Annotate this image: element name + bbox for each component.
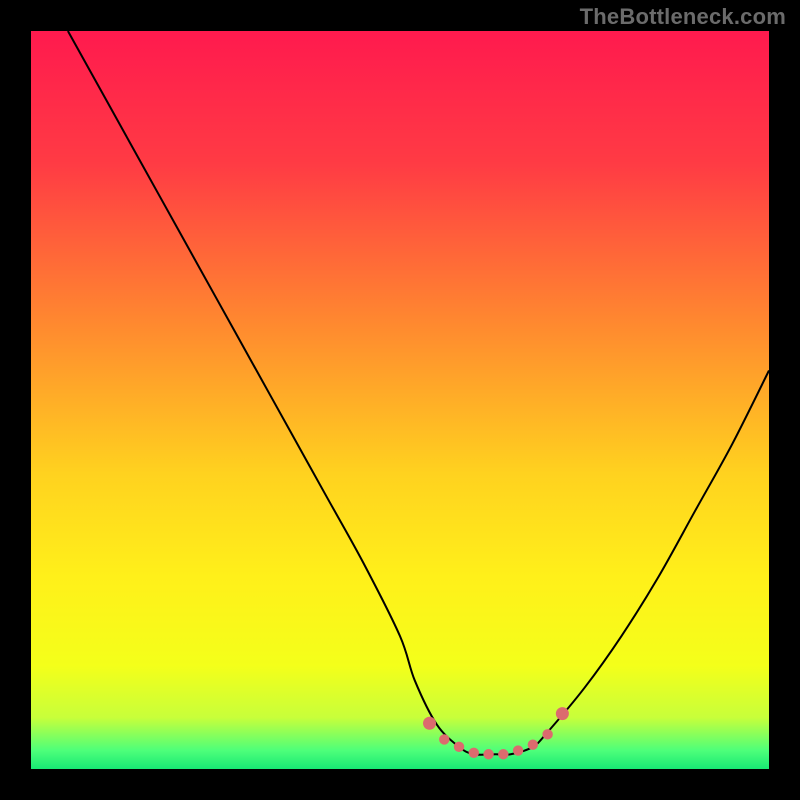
optimal-marker bbox=[542, 729, 552, 739]
watermark-text: TheBottleneck.com bbox=[580, 4, 786, 30]
optimal-marker bbox=[439, 734, 449, 744]
chart-curve-layer bbox=[31, 31, 769, 769]
optimal-marker bbox=[483, 749, 493, 759]
optimal-marker bbox=[498, 749, 508, 759]
optimal-marker bbox=[469, 748, 479, 758]
chart-frame: TheBottleneck.com bbox=[0, 0, 800, 800]
optimal-marker bbox=[423, 717, 436, 730]
optimal-marker bbox=[454, 742, 464, 752]
bottleneck-curve bbox=[68, 31, 769, 755]
optimal-marker bbox=[556, 707, 569, 720]
optimal-marker bbox=[513, 745, 523, 755]
optimal-marker bbox=[528, 739, 538, 749]
chart-plot-area bbox=[31, 31, 769, 769]
